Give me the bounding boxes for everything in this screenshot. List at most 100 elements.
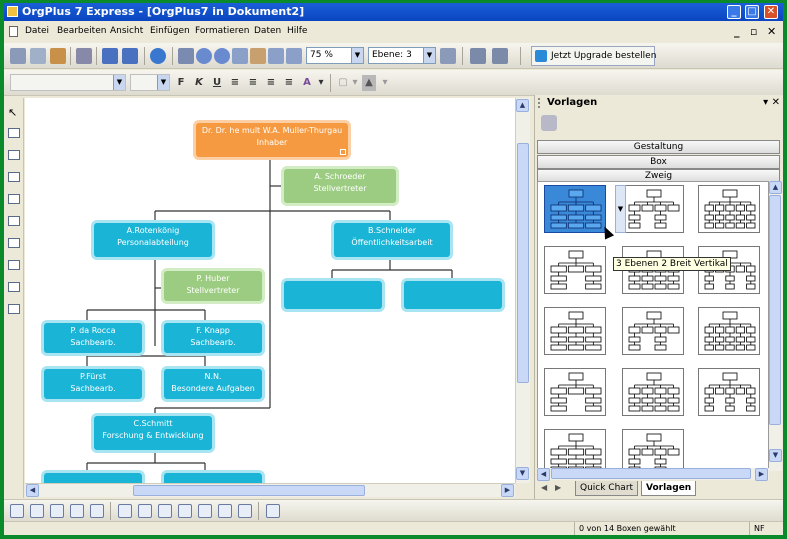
scroll-right-icon[interactable]: ▶ bbox=[755, 468, 768, 481]
scroll-left-icon[interactable]: ◀ bbox=[26, 484, 39, 497]
align-justify-icon[interactable]: ≡ bbox=[282, 75, 296, 91]
chevron-down-icon[interactable]: ▼ bbox=[157, 75, 169, 90]
scroll-thumb[interactable] bbox=[517, 143, 529, 383]
level-select[interactable]: Ebene: 3 ▼ bbox=[368, 47, 436, 64]
doc-restore-button[interactable]: ▫ bbox=[750, 25, 757, 38]
org-box[interactable]: Dr. Dr. he mult W.A. Muller-Thurgau Inhab… bbox=[193, 120, 351, 160]
chart-canvas[interactable]: Dr. Dr. he mult W.A. Muller-Thurgau Inhab… bbox=[25, 98, 515, 483]
template-thumbnail[interactable] bbox=[622, 185, 684, 233]
cut-icon[interactable] bbox=[10, 48, 26, 64]
box-tool-icon[interactable] bbox=[8, 128, 20, 138]
menu-hilfe[interactable]: Hilfe bbox=[287, 26, 307, 36]
category-box[interactable]: Box bbox=[537, 155, 780, 169]
template-thumbnail[interactable] bbox=[544, 185, 606, 233]
help-icon[interactable] bbox=[150, 48, 166, 64]
template-thumbnail[interactable] bbox=[544, 307, 606, 355]
panel-pin-button[interactable]: ▾ bbox=[763, 97, 768, 108]
font-select[interactable]: ▼ bbox=[10, 74, 126, 91]
align-left-icon[interactable]: ≡ bbox=[228, 75, 242, 91]
menu-daten[interactable]: Daten bbox=[254, 26, 281, 36]
print-icon[interactable] bbox=[76, 48, 92, 64]
select-arrow-icon[interactable]: ↖ bbox=[8, 106, 20, 119]
fit-page-icon[interactable] bbox=[268, 48, 284, 64]
close-button[interactable]: ✕ bbox=[764, 5, 778, 19]
align-icon[interactable] bbox=[178, 504, 192, 518]
size-select[interactable]: ▼ bbox=[130, 74, 170, 91]
import-icon[interactable] bbox=[492, 48, 508, 64]
template-thumbnail[interactable] bbox=[544, 246, 606, 294]
chevron-down-icon[interactable]: ▾ bbox=[314, 75, 328, 91]
org-box[interactable] bbox=[161, 470, 265, 483]
zoom-area-icon[interactable] bbox=[232, 48, 248, 64]
underline-button[interactable]: U bbox=[210, 75, 224, 91]
pointer-icon[interactable] bbox=[178, 48, 194, 64]
template-thumbnail[interactable] bbox=[622, 429, 684, 470]
org-box[interactable]: N.N. Besondere Aufgaben bbox=[161, 366, 265, 402]
hierarchy-icon[interactable] bbox=[440, 48, 456, 64]
scroll-down-icon[interactable]: ▼ bbox=[516, 467, 529, 480]
panel-close-button[interactable]: ✕ bbox=[772, 97, 780, 108]
front-icon[interactable] bbox=[218, 504, 232, 518]
chevron-down-icon[interactable]: ▼ bbox=[113, 75, 125, 90]
group-icon[interactable] bbox=[138, 504, 152, 518]
canvas-horizontal-scrollbar[interactable]: ◀ ▶ bbox=[25, 483, 515, 497]
scroll-thumb[interactable] bbox=[133, 485, 365, 496]
move-icon[interactable] bbox=[8, 150, 20, 160]
scroll-up-icon[interactable]: ▲ bbox=[516, 99, 529, 112]
org-box[interactable]: A. Schroeder Stellvertreter bbox=[281, 166, 399, 206]
menu-bearbeiten[interactable]: Bearbeiten bbox=[57, 26, 106, 36]
line-weight-icon[interactable] bbox=[30, 504, 44, 518]
grip-icon[interactable] bbox=[538, 98, 542, 108]
layout-icon[interactable] bbox=[470, 48, 486, 64]
org-box[interactable]: P.Fürst Sachbearb. bbox=[41, 366, 145, 402]
scroll-thumb[interactable] bbox=[551, 468, 751, 479]
scroll-left-icon[interactable]: ◀ bbox=[537, 468, 550, 481]
category-gestaltung[interactable]: Gestaltung bbox=[537, 140, 780, 154]
doc-close-button[interactable]: ✕ bbox=[767, 25, 776, 38]
subordinate-icon[interactable] bbox=[8, 194, 20, 204]
template-thumbnail[interactable] bbox=[698, 185, 760, 233]
scroll-thumb[interactable] bbox=[769, 195, 781, 425]
template-thumbnail[interactable] bbox=[698, 368, 760, 416]
zoom-select[interactable]: 75 % ▼ bbox=[306, 47, 364, 64]
pan-hand-icon[interactable] bbox=[250, 48, 266, 64]
text-tool-icon[interactable] bbox=[8, 304, 20, 314]
tab-vorlagen[interactable]: Vorlagen bbox=[641, 481, 697, 496]
assistant-icon[interactable] bbox=[8, 238, 20, 248]
font-color-button[interactable]: A bbox=[300, 75, 314, 91]
line-dash-icon[interactable] bbox=[50, 504, 64, 518]
template-thumbnail[interactable] bbox=[622, 307, 684, 355]
tab-quick-chart[interactable]: Quick Chart bbox=[575, 481, 639, 496]
coworker-icon[interactable] bbox=[8, 216, 20, 226]
undo-icon[interactable] bbox=[102, 48, 118, 64]
align-center-icon[interactable]: ≡ bbox=[246, 75, 260, 91]
org-box[interactable] bbox=[281, 278, 385, 312]
shape-icon[interactable] bbox=[118, 504, 132, 518]
org-box[interactable]: B.Schneider Öffentlichkeitsarbeit bbox=[331, 220, 453, 260]
org-box[interactable]: C.Schmitt Forschung & Entwicklung bbox=[91, 413, 215, 453]
scroll-right-icon[interactable]: ▶ bbox=[501, 484, 514, 497]
help-icon[interactable] bbox=[158, 504, 172, 518]
template-thumbnail[interactable] bbox=[544, 429, 606, 470]
org-box[interactable]: F. Knapp Sachbearb. bbox=[161, 320, 265, 356]
chevron-down-icon[interactable]: ▾ bbox=[378, 75, 392, 91]
org-box[interactable] bbox=[401, 278, 505, 312]
back-icon[interactable] bbox=[238, 504, 252, 518]
italic-button[interactable]: K bbox=[192, 75, 206, 91]
picture-icon[interactable] bbox=[266, 504, 280, 518]
chevron-down-icon[interactable]: ▾ bbox=[348, 75, 362, 91]
expand-icon[interactable] bbox=[340, 149, 346, 155]
menu-einfuegen[interactable]: Einfügen bbox=[150, 26, 190, 36]
manager-icon[interactable] bbox=[8, 260, 20, 270]
fit-width-icon[interactable] bbox=[286, 48, 302, 64]
org-box[interactable]: P. da Rocca Sachbearb. bbox=[41, 320, 145, 356]
chevron-down-icon[interactable]: ▼ bbox=[423, 48, 435, 63]
redo-icon[interactable] bbox=[122, 48, 138, 64]
template-settings-icon[interactable] bbox=[541, 115, 557, 131]
copy-icon[interactable] bbox=[30, 48, 46, 64]
menu-ansicht[interactable]: Ansicht bbox=[110, 26, 143, 36]
line-style-icon[interactable] bbox=[10, 504, 24, 518]
doc-minimize-button[interactable]: _ bbox=[734, 25, 740, 38]
gallery-horizontal-scrollbar[interactable]: ◀ ▶ bbox=[537, 468, 769, 481]
menu-datei[interactable]: Datei bbox=[25, 26, 49, 36]
